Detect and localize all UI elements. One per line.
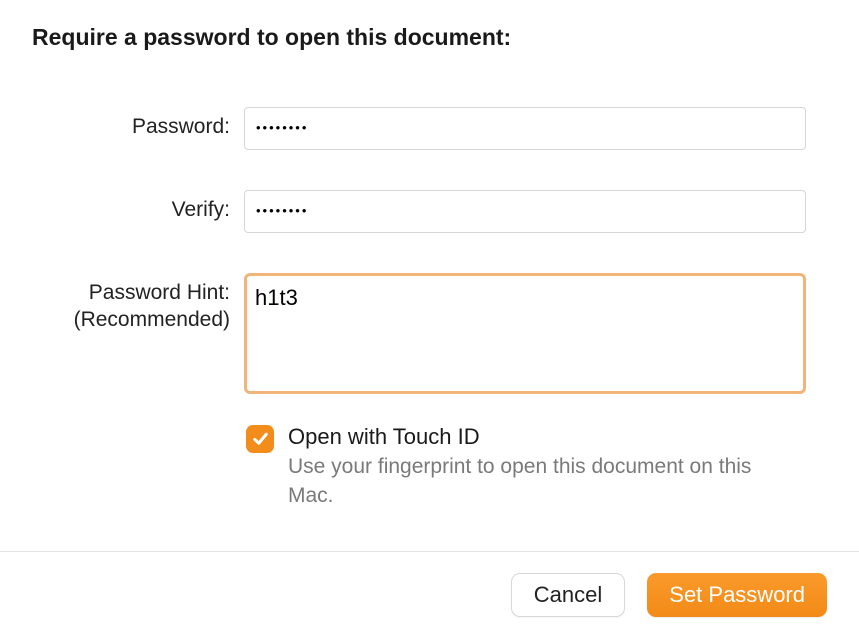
verify-label: Verify: (32, 190, 244, 223)
password-label: Password: (32, 107, 244, 140)
set-password-button[interactable]: Set Password (647, 573, 827, 617)
dialog-title: Require a password to open this document… (32, 24, 827, 51)
hint-row: Password Hint: (Recommended) h1t3 (32, 273, 827, 399)
touchid-text-group: Open with Touch ID Use your fingerprint … (288, 423, 788, 510)
divider (0, 551, 859, 552)
hint-label-line1: Password Hint: (89, 281, 230, 304)
touchid-row: Open with Touch ID Use your fingerprint … (246, 423, 806, 510)
touchid-checkbox[interactable] (246, 425, 274, 453)
verify-input[interactable] (244, 190, 806, 233)
password-input[interactable] (244, 107, 806, 150)
touchid-label: Open with Touch ID (288, 423, 788, 452)
hint-input[interactable]: h1t3 (244, 273, 806, 394)
cancel-button[interactable]: Cancel (511, 573, 625, 617)
checkmark-icon (251, 429, 270, 448)
password-row: Password: (32, 107, 827, 150)
verify-row: Verify: (32, 190, 827, 233)
button-bar: Cancel Set Password (511, 573, 827, 617)
touchid-description: Use your fingerprint to open this docume… (288, 453, 788, 510)
password-dialog: Require a password to open this document… (0, 0, 859, 510)
hint-label-line2: (Recommended) (74, 308, 230, 331)
hint-label: Password Hint: (Recommended) (32, 273, 244, 334)
